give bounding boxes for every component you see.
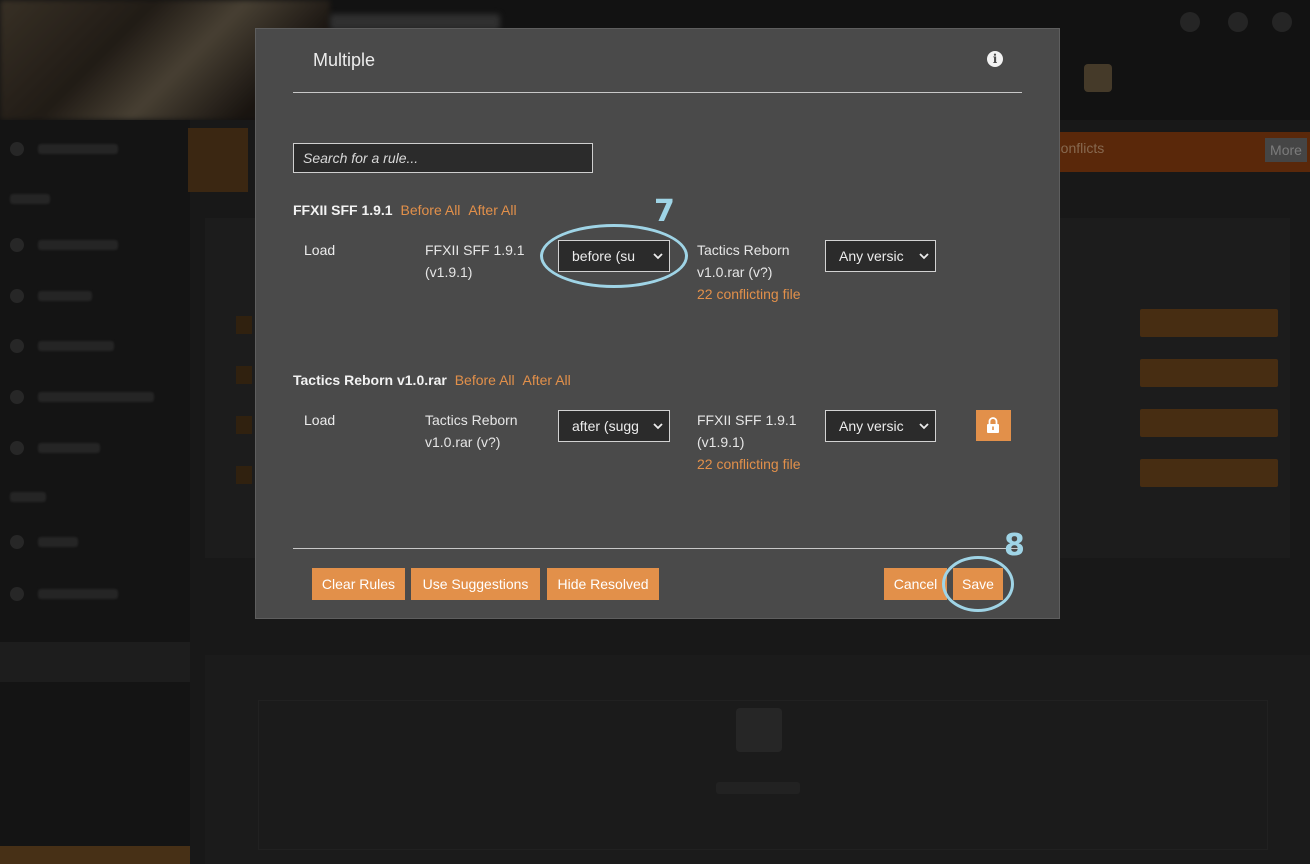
rule-group-header: Tactics Reborn v1.0.rar Before All After…: [293, 372, 571, 388]
before-all-link[interactable]: Before All: [455, 372, 515, 388]
version-select[interactable]: Any versic: [825, 240, 936, 272]
chevron-down-icon: [653, 423, 663, 430]
rule-target-name: Tactics Reborn v1.0.rar (v?): [697, 242, 790, 280]
rule-source: FFXII SFF 1.9.1 (v1.9.1): [425, 242, 525, 280]
rule-type-label: Load: [304, 242, 336, 258]
rule-direction-select[interactable]: after (sugg: [558, 410, 670, 442]
rule-target-name: FFXII SFF 1.9.1 (v1.9.1): [697, 412, 797, 450]
before-all-link[interactable]: Before All: [400, 202, 460, 218]
group-name: Tactics Reborn v1.0.rar: [293, 372, 447, 388]
chevron-down-icon: [919, 423, 929, 430]
conflicting-files-link[interactable]: 22 conflicting file: [697, 456, 801, 472]
rule-type-label: Load: [304, 412, 336, 428]
use-suggestions-button[interactable]: Use Suggestions: [411, 568, 540, 600]
selected-value: Any versic: [839, 248, 904, 264]
annotation-step-7: 7: [654, 194, 675, 229]
info-icon[interactable]: i: [987, 51, 1003, 67]
lock-icon: [987, 417, 999, 433]
title-divider: [293, 92, 1022, 93]
after-all-link[interactable]: After All: [523, 372, 571, 388]
footer-divider: [293, 548, 1022, 549]
annotation-step-8: 8: [1004, 528, 1025, 563]
annotation-circle-8: [942, 556, 1014, 612]
rule-target: FFXII SFF 1.9.1 (v1.9.1) 22 conflicting …: [697, 409, 807, 475]
chevron-down-icon: [919, 253, 929, 260]
selected-value: after (sugg: [572, 418, 639, 434]
rules-dialog: Multiple i FFXII SFF 1.9.1 Before All Af…: [255, 28, 1060, 619]
rule-search-input[interactable]: [293, 143, 593, 173]
version-select[interactable]: Any versic: [825, 410, 936, 442]
rule-source: Tactics Reborn v1.0.rar (v?): [425, 412, 518, 450]
after-all-link[interactable]: After All: [468, 202, 516, 218]
rule-target: Tactics Reborn v1.0.rar (v?) 22 conflict…: [697, 239, 807, 305]
clear-rules-button[interactable]: Clear Rules: [312, 568, 405, 600]
hide-resolved-button[interactable]: Hide Resolved: [547, 568, 659, 600]
group-name: FFXII SFF 1.9.1: [293, 202, 393, 218]
rule-group-header: FFXII SFF 1.9.1 Before All After All: [293, 202, 517, 218]
lock-rule-button[interactable]: [976, 410, 1011, 441]
dialog-title: Multiple: [313, 50, 376, 70]
annotation-circle-7: [540, 224, 688, 288]
screen: e conflicts More Multiple i FFXII SFF 1.…: [0, 0, 1310, 864]
cancel-button[interactable]: Cancel: [884, 568, 947, 600]
selected-value: Any versic: [839, 418, 904, 434]
conflicting-files-link[interactable]: 22 conflicting file: [697, 286, 801, 302]
